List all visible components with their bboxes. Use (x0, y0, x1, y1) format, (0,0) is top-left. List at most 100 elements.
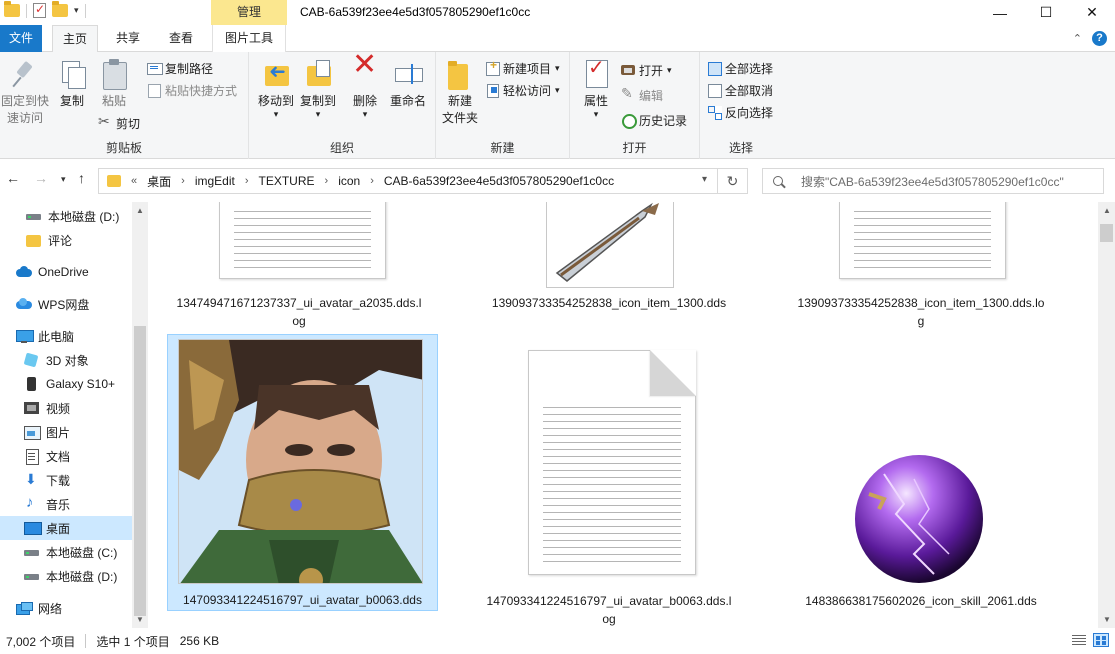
recent-locations-chevron-icon[interactable]: ▾ (61, 174, 66, 185)
breadcrumb-separator-icon[interactable]: › (325, 175, 329, 187)
navigation-pane-scrollbar[interactable]: ▲ ▼ (132, 202, 148, 628)
minimize-button[interactable]: — (977, 0, 1023, 25)
file-list-scrollbar[interactable]: ▲ ▼ (1098, 202, 1115, 628)
select-none-button[interactable]: 全部取消 (707, 80, 773, 100)
desktop-icon (24, 521, 42, 535)
scroll-up-icon[interactable]: ▲ (1103, 206, 1111, 215)
file-name: 139093733354252838_icon_item_1300.dds.lo… (788, 294, 1054, 330)
breadcrumb-cab[interactable]: CAB-6a539f23ee4e5d3f057805290ef1c0cc (384, 174, 614, 188)
breadcrumb-separator-icon[interactable]: › (370, 175, 374, 187)
file-name-line2: og (602, 612, 616, 626)
scroll-down-icon[interactable]: ▼ (1103, 615, 1111, 624)
refresh-icon[interactable]: ↻ (718, 168, 748, 194)
nav-item-pictures[interactable]: 图片 (0, 420, 132, 444)
nav-item-wps-cloud[interactable]: WPS网盘 (0, 292, 132, 316)
maximize-button[interactable]: ☐ (1023, 0, 1069, 25)
help-icon[interactable]: ? (1092, 31, 1107, 46)
tab-picture-tools[interactable]: 图片工具 (212, 25, 286, 52)
details-view-icon[interactable] (1071, 633, 1087, 647)
nav-item-documents[interactable]: 文档 (0, 444, 132, 468)
nav-item-downloads[interactable]: 下载 (0, 468, 132, 492)
breadcrumb-separator-icon[interactable]: › (245, 175, 249, 187)
nav-item-local-disk-c[interactable]: 本地磁盘 (C:) (0, 540, 132, 564)
nav-item-label: 本地磁盘 (D:) (46, 569, 118, 584)
up-arrow-icon[interactable]: ↑ (78, 170, 85, 186)
organize-group: 移动到 ▾ 复制到 ▾ 删除 ▾ 重命名 组织 (249, 52, 436, 159)
nav-item-comments[interactable]: 评论 (0, 228, 132, 252)
delete-button[interactable]: 删除 ▾ (347, 56, 383, 119)
music-icon (24, 494, 40, 511)
copy-to-icon (302, 58, 334, 90)
tab-home[interactable]: 主页 (52, 25, 98, 53)
open-button[interactable]: 打开 ▾ (621, 60, 672, 80)
file-item[interactable]: 148386638175602026_icon_skill_2061.dds (788, 454, 1054, 614)
search-input[interactable]: 搜索"CAB-6a539f23ee4e5d3f057805290ef1c0cc" (801, 173, 1064, 190)
file-item[interactable]: 147093341224516797_ui_avatar_b0063.dds.l… (476, 350, 742, 628)
large-icons-view-icon[interactable] (1093, 633, 1109, 647)
nav-item-music[interactable]: 音乐 (0, 492, 132, 516)
easy-access-button[interactable]: 轻松访问 ▾ (485, 80, 560, 100)
nav-item-label: 桌面 (46, 521, 71, 536)
invert-selection-button[interactable]: 反向选择 (707, 102, 773, 122)
folder-icon (26, 233, 42, 247)
nav-item-network[interactable]: 网络 (0, 596, 132, 620)
history-button[interactable]: 历史记录 (621, 110, 687, 130)
paste-shortcut-button[interactable]: 粘贴快捷方式 (147, 80, 237, 100)
new-item-button[interactable]: 新建项目 ▾ (485, 58, 560, 78)
nav-item-onedrive[interactable]: OneDrive (0, 260, 132, 284)
cut-button[interactable]: 剪切 (98, 113, 140, 133)
paste-button[interactable]: 粘贴 (94, 58, 134, 110)
nav-item-this-pc[interactable]: 此电脑 (0, 324, 132, 348)
manage-tab[interactable]: 管理 (211, 0, 287, 25)
nav-item-label: 文档 (46, 449, 71, 464)
onedrive-icon (16, 265, 32, 279)
back-arrow-icon[interactable]: ← (6, 170, 20, 186)
properties-button[interactable]: 属性 ▾ (578, 58, 614, 119)
copy-path-button[interactable]: 复制路径 (147, 58, 213, 78)
breadcrumb-overflow[interactable]: « (131, 175, 137, 187)
move-to-button[interactable]: 移动到 ▾ (253, 58, 299, 119)
nav-item-local-disk-d-2[interactable]: 本地磁盘 (D:) (0, 564, 132, 588)
search-box[interactable]: 搜索"CAB-6a539f23ee4e5d3f057805290ef1c0cc" (762, 168, 1104, 194)
new-folder-button[interactable]: 新建 文件夹 (440, 58, 480, 127)
nav-item-videos[interactable]: 视频 (0, 396, 132, 420)
copy-button[interactable]: 复制 (52, 58, 92, 110)
edit-button[interactable]: 编辑 (621, 85, 663, 105)
address-history-chevron-icon[interactable]: ▾ (702, 174, 707, 185)
copy-to-button[interactable]: 复制到 ▾ (295, 58, 341, 119)
select-all-button[interactable]: 全部选择 (707, 58, 773, 78)
breadcrumb-desktop[interactable]: 桌面 (147, 173, 171, 190)
breadcrumb-texture[interactable]: TEXTURE (259, 174, 315, 188)
pin-quick-access-button[interactable]: 固定到快 速访问 (0, 58, 50, 127)
file-item[interactable]: 134749471671237337_ui_avatar_a2035.dds.l… (166, 202, 432, 328)
close-button[interactable]: ✕ (1069, 0, 1115, 25)
folder-icon[interactable] (4, 1, 20, 17)
organize-group-label: 组织 (329, 141, 354, 155)
scroll-up-icon[interactable]: ▲ (136, 206, 144, 215)
tab-file[interactable]: 文件 (0, 25, 42, 52)
nav-item-galaxy-s10[interactable]: Galaxy S10+ (0, 372, 132, 396)
file-item[interactable]: 139093733354252838_icon_item_1300.dds.lo… (788, 202, 1054, 328)
breadcrumb-imgedit[interactable]: imgEdit (195, 174, 235, 188)
nav-item-3d-objects[interactable]: 3D 对象 (0, 348, 132, 372)
properties-icon[interactable] (33, 2, 46, 18)
breadcrumb-icon[interactable]: icon (338, 174, 360, 188)
tab-share[interactable]: 共享 (108, 25, 148, 52)
forward-arrow-icon[interactable]: → (34, 170, 48, 186)
breadcrumb-separator-icon[interactable]: › (181, 175, 185, 187)
collapse-ribbon-icon[interactable]: ⌃ (1073, 32, 1082, 45)
scrollbar-thumb[interactable] (1100, 224, 1113, 242)
nav-item-desktop[interactable]: 桌面 (0, 516, 132, 540)
rename-button[interactable]: 重命名 (385, 58, 431, 110)
properties-label: 属性 (583, 94, 608, 108)
scrollbar-thumb[interactable] (134, 326, 146, 616)
tab-view[interactable]: 查看 (160, 25, 202, 52)
new-folder-icon[interactable] (52, 1, 68, 17)
nav-item-local-disk-d[interactable]: 本地磁盘 (D:) (0, 204, 132, 228)
file-item-selected[interactable]: 147093341224516797_ui_avatar_b0063.dds (167, 334, 438, 611)
scroll-down-icon[interactable]: ▼ (136, 615, 144, 624)
file-item[interactable]: 139093733354252838_icon_item_1300.dds (476, 202, 742, 328)
customize-toolbar-icon[interactable]: ▾ (74, 5, 79, 16)
pictures-icon (24, 425, 41, 440)
address-bar[interactable]: « 桌面 › imgEdit › TEXTURE › icon › CAB-6a… (98, 168, 718, 194)
